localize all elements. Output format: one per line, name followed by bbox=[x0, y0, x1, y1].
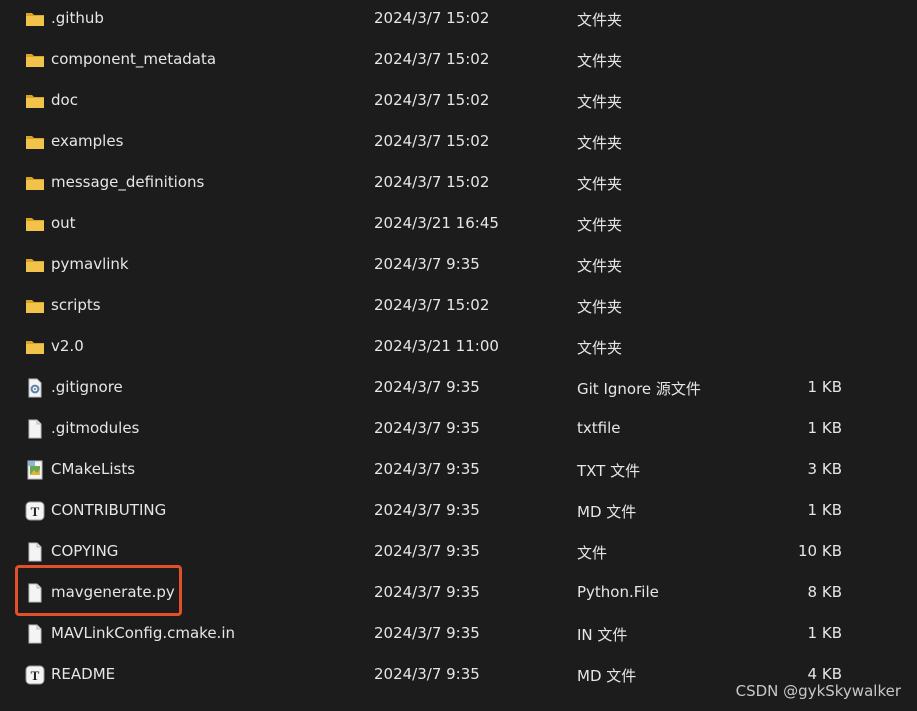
folder-icon bbox=[25, 255, 45, 275]
file-modified-date: 2024/3/7 9:35 bbox=[374, 665, 480, 683]
file-name: scripts bbox=[51, 296, 101, 314]
file-type: 文件夹 bbox=[577, 134, 623, 152]
file-name: MAVLinkConfig.cmake.in bbox=[51, 624, 235, 642]
file-name: COPYING bbox=[51, 542, 119, 560]
file-modified-date: 2024/3/7 15:02 bbox=[374, 50, 490, 68]
file-row[interactable]: .github 2024/3/7 15:02 文件夹 bbox=[0, 0, 917, 40]
file-list: T README 2024/3/7 9:35 MD 文件 4 KB MAVLinkConf… bbox=[0, 0, 917, 711]
file-name: message_definitions bbox=[51, 173, 205, 191]
file-modified-date: 2024/3/7 9:35 bbox=[374, 501, 480, 519]
file-size: 1 KB bbox=[807, 378, 842, 396]
file-type: 文件夹 bbox=[577, 339, 623, 357]
file-modified-date: 2024/3/7 15:02 bbox=[374, 296, 490, 314]
svg-text:T: T bbox=[31, 504, 40, 519]
file-modified-date: 2024/3/7 9:35 bbox=[374, 255, 480, 273]
file-size: 3 KB bbox=[807, 460, 842, 478]
svg-text:T: T bbox=[31, 668, 40, 683]
file-row[interactable]: scripts 2024/3/7 15:02 文件夹 bbox=[0, 286, 917, 327]
file-type: 文件夹 bbox=[577, 298, 623, 316]
file-name: v2.0 bbox=[51, 337, 84, 355]
file-type: 文件夹 bbox=[577, 257, 623, 275]
watermark: CSDN @gykSkywalker bbox=[735, 682, 901, 700]
file-name: .gitmodules bbox=[51, 419, 140, 437]
file-size: 1 KB bbox=[807, 419, 842, 437]
file-type: 文件夹 bbox=[577, 93, 623, 111]
file-modified-date: 2024/3/7 9:35 bbox=[374, 583, 480, 601]
file-modified-date: 2024/3/7 15:02 bbox=[374, 132, 490, 150]
file-row[interactable]: message_definitions 2024/3/7 15:02 文件夹 bbox=[0, 163, 917, 204]
file-type: MD 文件 bbox=[577, 667, 637, 685]
folder-icon bbox=[25, 214, 45, 234]
markdown-file-icon: T bbox=[25, 501, 45, 521]
file-modified-date: 2024/3/7 9:35 bbox=[374, 624, 480, 642]
settings-file-icon bbox=[25, 378, 45, 398]
file-row[interactable]: v2.0 2024/3/21 11:00 文件夹 bbox=[0, 327, 917, 368]
file-type: 文件夹 bbox=[577, 52, 623, 70]
highlight-box bbox=[15, 565, 182, 616]
file-modified-date: 2024/3/21 11:00 bbox=[374, 337, 499, 355]
folder-icon bbox=[25, 296, 45, 316]
file-row[interactable]: .gitignore 2024/3/7 9:35 Git Ignore 源文件 1 K… bbox=[0, 368, 917, 409]
file-row[interactable]: examples 2024/3/7 15:02 文件夹 bbox=[0, 122, 917, 163]
file-size: 4 KB bbox=[807, 665, 842, 683]
file-name: .gitignore bbox=[51, 378, 123, 396]
file-row[interactable]: T CONTRIBUTING 2024/3/7 9:35 MD 文件 1 KB bbox=[0, 491, 917, 532]
file-row[interactable]: doc 2024/3/7 15:02 文件夹 bbox=[0, 81, 917, 122]
file-type: TXT 文件 bbox=[577, 462, 641, 480]
folder-icon bbox=[25, 91, 45, 111]
file-name: CONTRIBUTING bbox=[51, 501, 167, 519]
folder-icon bbox=[25, 337, 45, 357]
file-type: 文件夹 bbox=[577, 216, 623, 234]
file-type: 文件夹 bbox=[577, 11, 623, 29]
file-row[interactable]: component_metadata 2024/3/7 15:02 文件夹 bbox=[0, 40, 917, 81]
markdown-file-icon: T bbox=[25, 665, 45, 685]
file-size: 8 KB bbox=[807, 583, 842, 601]
file-name: CMakeLists bbox=[51, 460, 136, 478]
file-icon bbox=[25, 624, 45, 644]
file-row[interactable]: CMakeLists 2024/3/7 9:35 TXT 文件 3 KB bbox=[0, 450, 917, 491]
file-type: 文件夹 bbox=[577, 175, 623, 193]
file-name: pymavlink bbox=[51, 255, 129, 273]
file-icon bbox=[25, 542, 45, 562]
file-modified-date: 2024/3/7 9:35 bbox=[374, 542, 480, 560]
text-file-icon bbox=[25, 460, 45, 480]
file-modified-date: 2024/3/7 9:35 bbox=[374, 419, 480, 437]
folder-icon bbox=[25, 9, 45, 29]
file-type: txtfile bbox=[577, 419, 621, 437]
file-icon bbox=[25, 419, 45, 439]
file-modified-date: 2024/3/21 16:45 bbox=[374, 214, 499, 232]
file-row[interactable]: pymavlink 2024/3/7 9:35 文件夹 bbox=[0, 245, 917, 286]
file-type: Python.File bbox=[577, 583, 659, 601]
file-name: doc bbox=[51, 91, 78, 109]
file-modified-date: 2024/3/7 15:02 bbox=[374, 173, 490, 191]
file-name: component_metadata bbox=[51, 50, 217, 68]
file-type: MD 文件 bbox=[577, 503, 637, 521]
file-name: out bbox=[51, 214, 76, 232]
file-name: examples bbox=[51, 132, 124, 150]
file-row[interactable]: out 2024/3/21 16:45 文件夹 bbox=[0, 204, 917, 245]
file-size: 1 KB bbox=[807, 501, 842, 519]
file-modified-date: 2024/3/7 15:02 bbox=[374, 91, 490, 109]
file-row[interactable]: .gitmodules 2024/3/7 9:35 txtfile 1 KB bbox=[0, 409, 917, 450]
file-modified-date: 2024/3/7 15:02 bbox=[374, 9, 490, 27]
folder-icon bbox=[25, 132, 45, 152]
file-type: 文件 bbox=[577, 544, 608, 562]
file-size: 1 KB bbox=[807, 624, 842, 642]
folder-icon bbox=[25, 50, 45, 70]
file-row[interactable]: MAVLinkConfig.cmake.in 2024/3/7 9:35 IN 文件… bbox=[0, 614, 917, 655]
file-size: 10 KB bbox=[798, 542, 842, 560]
file-type: IN 文件 bbox=[577, 626, 628, 644]
file-name: .github bbox=[51, 9, 104, 27]
file-modified-date: 2024/3/7 9:35 bbox=[374, 378, 480, 396]
file-name: README bbox=[51, 665, 116, 683]
file-modified-date: 2024/3/7 9:35 bbox=[374, 460, 480, 478]
folder-icon bbox=[25, 173, 45, 193]
file-type: Git Ignore 源文件 bbox=[577, 380, 701, 398]
